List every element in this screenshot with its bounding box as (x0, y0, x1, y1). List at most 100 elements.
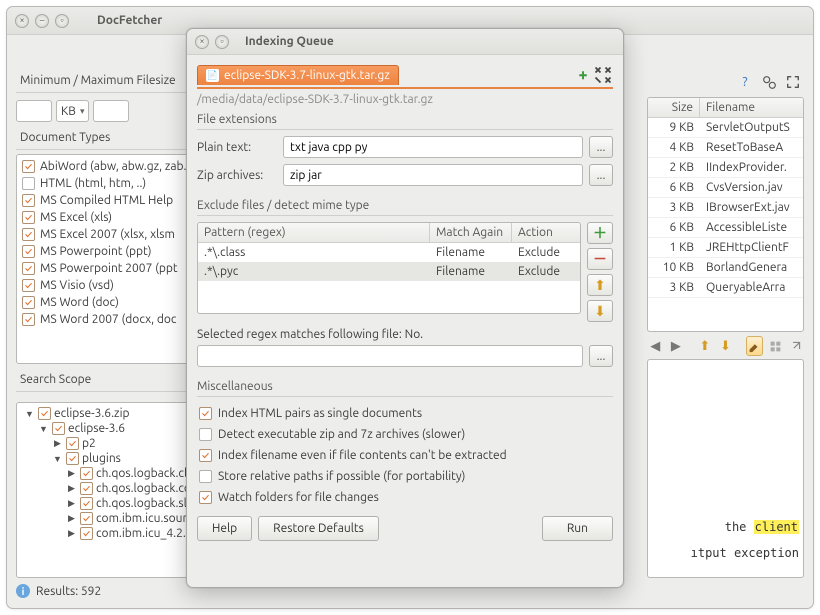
checkbox-icon[interactable] (199, 407, 212, 420)
col-pattern[interactable]: Pattern (regex) (198, 223, 430, 242)
exclude-row[interactable]: .*\.pycFilenameExclude (198, 262, 580, 281)
collapse-arrows-icon[interactable] (593, 65, 613, 85)
checkbox-icon[interactable] (80, 527, 93, 540)
expand-arrows-icon[interactable] (784, 73, 802, 91)
highlight-toggle[interactable] (746, 336, 763, 356)
checkbox-icon[interactable] (22, 228, 35, 241)
tree-twisty-icon[interactable]: ▶ (66, 528, 77, 539)
tree-twisty-icon[interactable]: ▶ (52, 438, 63, 449)
tree-item[interactable]: ▶ch.qos.logback.slf (19, 496, 208, 511)
next-page-icon[interactable]: ▶ (668, 336, 685, 356)
regex-browse-button[interactable]: ... (589, 345, 613, 367)
doc-type-item[interactable]: MS Visio (vsd) (19, 277, 208, 294)
doc-type-item[interactable]: MS Word 2007 (docx, doc (19, 311, 208, 328)
thumbnail-view-icon[interactable] (767, 336, 784, 356)
col-size[interactable]: Size (648, 98, 700, 117)
table-row[interactable]: 10 KBBorlandGenera (648, 258, 803, 278)
tree-twisty-icon[interactable]: ▼ (52, 454, 63, 464)
minimize-icon[interactable]: – (35, 14, 49, 28)
nav-up-icon[interactable]: ⬆ (697, 336, 714, 356)
results-table[interactable]: Size Filename 9 KBServletOutputS4 KBRese… (647, 97, 804, 332)
move-up-button[interactable]: ⬆ (587, 274, 613, 296)
checkbox-icon[interactable] (38, 407, 51, 420)
move-down-button[interactable]: ⬇ (587, 300, 613, 322)
tree-twisty-icon[interactable]: ▼ (24, 409, 35, 419)
checkbox-icon[interactable] (22, 262, 35, 275)
checkbox-icon[interactable] (199, 491, 212, 504)
maximize-icon[interactable]: ▫ (55, 14, 69, 28)
doc-type-item[interactable]: MS Compiled HTML Help (19, 192, 208, 209)
table-row[interactable]: 1 KBJREHttpClientF (648, 238, 803, 258)
close-icon[interactable]: × (15, 14, 29, 28)
regex-test-input[interactable] (197, 345, 583, 367)
col-action[interactable]: Action (512, 223, 580, 242)
table-row[interactable]: 4 KBResetToBaseA (648, 138, 803, 158)
table-row[interactable]: 3 KBIBrowserExt.jav (648, 198, 803, 218)
misc-option[interactable]: Watch folders for file changes (197, 487, 613, 508)
tree-item[interactable]: ▶ch.qos.logback.cla (19, 466, 208, 481)
max-size-input[interactable] (93, 100, 129, 122)
tree-twisty-icon[interactable]: ▶ (66, 498, 77, 509)
checkbox-icon[interactable] (66, 437, 79, 450)
tree-item[interactable]: ▶com.ibm.icu.sourc (19, 511, 208, 526)
doc-type-item[interactable]: MS Powerpoint (ppt) (19, 243, 208, 260)
doc-type-item[interactable]: HTML (html, htm, ..) (19, 175, 208, 192)
add-rule-button[interactable]: ＋ (587, 222, 613, 244)
table-row[interactable]: 6 KBAccessibleListe (648, 218, 803, 238)
remove-rule-button[interactable]: － (587, 248, 613, 270)
checkbox-icon[interactable] (80, 512, 93, 525)
doc-type-item[interactable]: MS Excel (xls) (19, 209, 208, 226)
tree-item[interactable]: ▼eclipse-3.6 (19, 421, 208, 436)
open-external-icon[interactable] (787, 336, 804, 356)
table-row[interactable]: 9 KBServletOutputS (648, 118, 803, 138)
checkbox-icon[interactable] (52, 422, 65, 435)
tree-item[interactable]: ▶ch.qos.logback.co (19, 481, 208, 496)
preview-pane[interactable]: the client ıtput exception (647, 359, 804, 578)
checkbox-icon[interactable] (80, 467, 93, 480)
dialog-max-icon[interactable]: ▫ (215, 35, 229, 49)
checkbox-icon[interactable] (22, 177, 35, 190)
min-size-input[interactable] (16, 100, 52, 122)
nav-down-icon[interactable]: ⬇ (717, 336, 734, 356)
exclude-table[interactable]: Pattern (regex) Match Again Action .*\.c… (197, 222, 581, 314)
doc-type-item[interactable]: AbiWord (abw, abw.gz, zab... (19, 158, 208, 175)
table-row[interactable]: 3 KBQueryableArra (648, 278, 803, 298)
checkbox-icon[interactable] (80, 497, 93, 510)
tree-item[interactable]: ▶com.ibm.icu_4.2.1 (19, 526, 208, 541)
tree-twisty-icon[interactable]: ▶ (66, 513, 77, 524)
checkbox-icon[interactable] (199, 449, 212, 462)
doc-type-item[interactable]: MS Excel 2007 (xlsx, xlsm (19, 226, 208, 243)
settings-icon[interactable] (760, 73, 778, 91)
help-button[interactable]: Help (197, 516, 252, 541)
checkbox-icon[interactable] (22, 245, 35, 258)
min-size-unit[interactable]: KB▾ (56, 100, 89, 122)
zip-input[interactable] (283, 164, 583, 186)
checkbox-icon[interactable] (22, 313, 35, 326)
table-row[interactable]: 2 KBIIndexProvider. (648, 158, 803, 178)
plain-text-input[interactable] (283, 136, 583, 158)
checkbox-icon[interactable] (22, 296, 35, 309)
checkbox-icon[interactable] (199, 470, 212, 483)
misc-option[interactable]: Store relative paths if possible (for po… (197, 466, 613, 487)
checkbox-icon[interactable] (80, 482, 93, 495)
add-tab-icon[interactable]: + (573, 65, 593, 85)
checkbox-icon[interactable] (22, 279, 35, 292)
dialog-titlebar[interactable]: × ▫ Indexing Queue (187, 29, 623, 55)
tree-item[interactable]: ▼plugins (19, 451, 208, 466)
run-button[interactable]: Run (542, 516, 613, 541)
restore-defaults-button[interactable]: Restore Defaults (258, 516, 379, 541)
dialog-close-icon[interactable]: × (195, 35, 209, 49)
help-icon[interactable]: ? (736, 73, 754, 91)
exclude-row[interactable]: .*\.classFilenameExclude (198, 243, 580, 262)
checkbox-icon[interactable] (66, 452, 79, 465)
misc-option[interactable]: Index HTML pairs as single documents (197, 403, 613, 424)
col-filename[interactable]: Filename (700, 98, 803, 117)
doc-type-item[interactable]: MS Word (doc) (19, 294, 208, 311)
table-row[interactable]: 6 KBCvsVersion.jav (648, 178, 803, 198)
tree-item[interactable]: ▼eclipse-3.6.zip (19, 406, 208, 421)
misc-option[interactable]: Detect executable zip and 7z archives (s… (197, 424, 613, 445)
tree-twisty-icon[interactable]: ▶ (66, 483, 77, 494)
col-match[interactable]: Match Again (430, 223, 512, 242)
queue-tab[interactable]: 📄 eclipse-SDK-3.7-linux-gtk.tar.gz (197, 65, 399, 85)
doc-type-item[interactable]: MS Powerpoint 2007 (ppt (19, 260, 208, 277)
